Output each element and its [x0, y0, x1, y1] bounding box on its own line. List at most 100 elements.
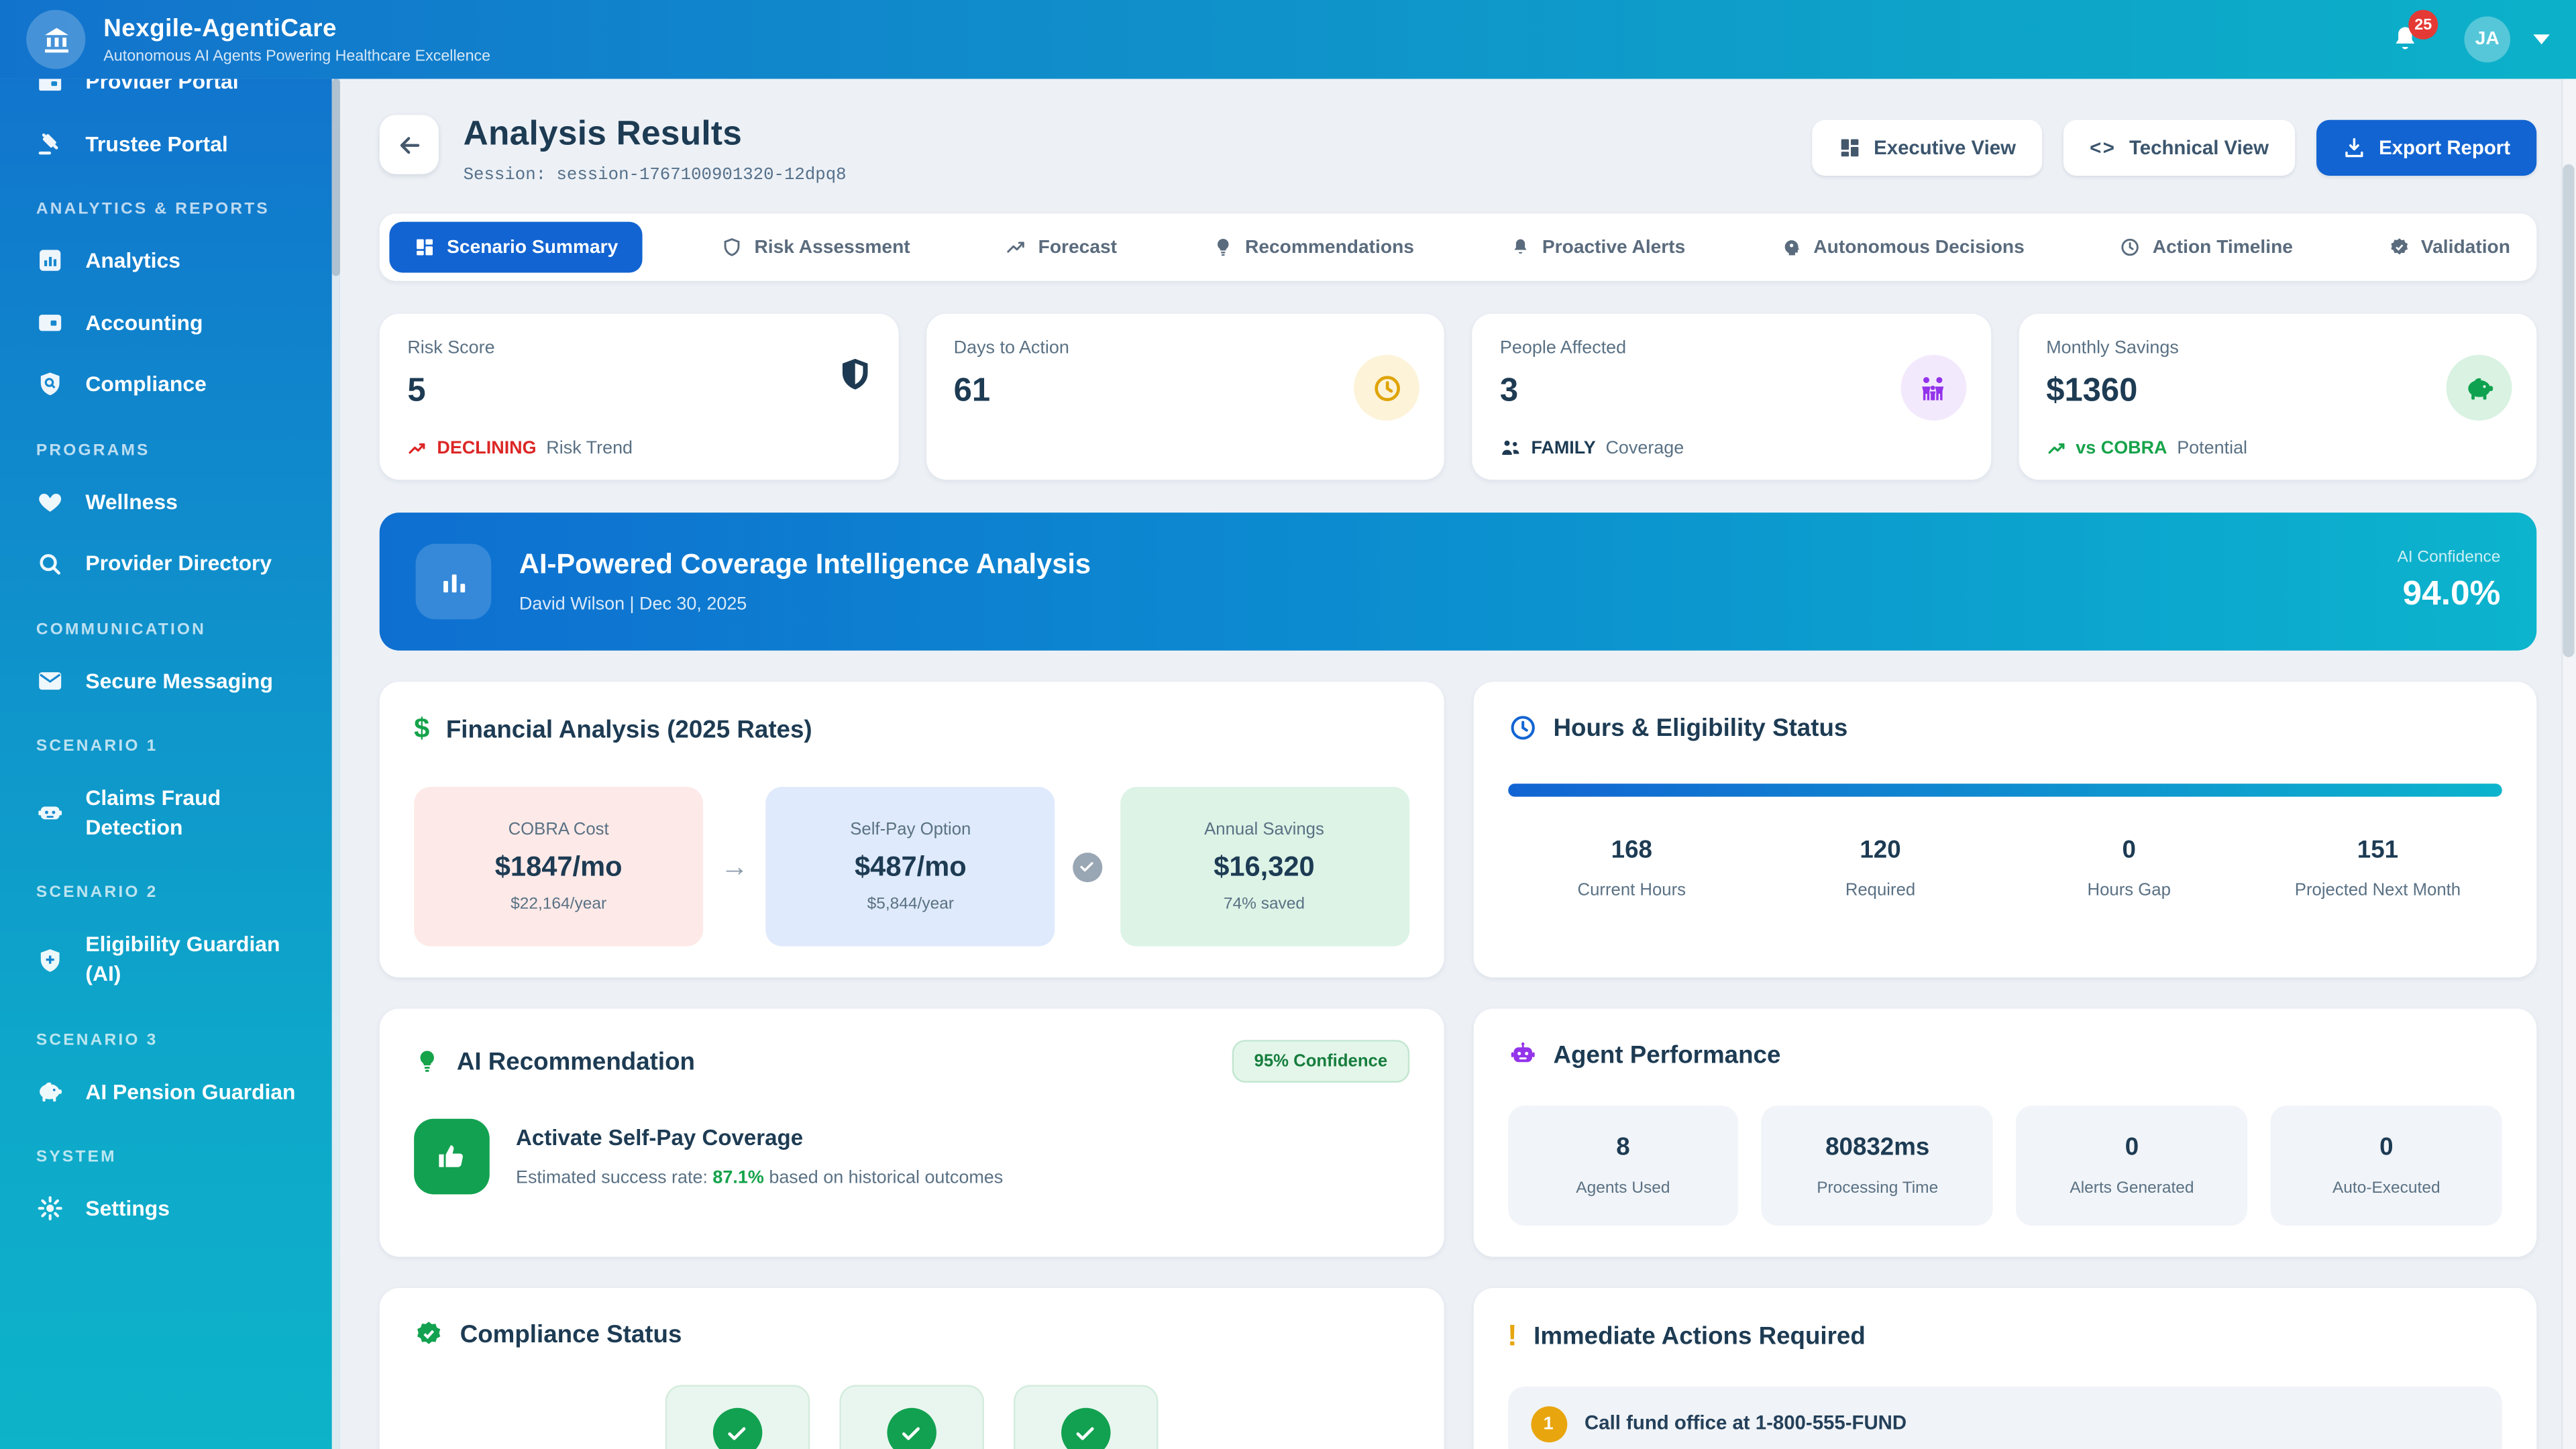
card-title: Financial Analysis (2025 Rates)	[446, 716, 812, 744]
stat-label: Risk Score	[407, 338, 869, 358]
download-icon	[2343, 136, 2365, 159]
tab-forecast[interactable]: Forecast	[989, 223, 1133, 271]
clock-icon	[2120, 237, 2141, 258]
trend-up-icon	[1006, 237, 1027, 258]
banner-subtitle: David Wilson | Dec 30, 2025	[519, 595, 1091, 614]
sidebar-item-label: Analytics	[85, 247, 180, 276]
badge-check-icon	[2388, 237, 2410, 258]
sidebar-item-label: Claims Fraud Detection	[85, 784, 304, 842]
search-icon	[36, 549, 64, 578]
bell-icon	[1509, 237, 1531, 258]
bank-icon	[40, 24, 72, 56]
tab-proactive-alerts[interactable]: Proactive Alerts	[1493, 223, 1701, 271]
profile-chevron-down-icon[interactable]	[2533, 34, 2549, 44]
page-scrollbar-thumb[interactable]	[2563, 164, 2574, 657]
stat-value: $1360	[2046, 373, 2508, 411]
dollar-icon: $	[414, 713, 429, 746]
hours-eligibility-card: Hours & Eligibility Status 168 Current H…	[1473, 682, 2537, 977]
code-icon: <>	[2090, 136, 2116, 159]
hours-progress-bar	[1507, 784, 2502, 797]
action-text: Call fund office at 1-800-555-FUND	[1585, 1411, 1907, 1434]
stat-label: Processing Time	[1772, 1179, 1984, 1197]
piggy-bank-icon	[36, 1077, 64, 1106]
sidebar-item-compliance[interactable]: Compliance	[23, 355, 317, 413]
grid-icon	[414, 237, 435, 258]
action-item: 1 Call fund office at 1-800-555-FUND	[1507, 1387, 2502, 1449]
user-avatar[interactable]: JA	[2464, 16, 2510, 62]
stat-card-days-to-action: Days to Action 61	[926, 314, 1444, 480]
compliance-item	[839, 1385, 984, 1449]
content-grid-row-2: AI Recommendation 95% Confidence Activat…	[380, 1009, 2537, 1257]
stat-cards-row: Risk Score 5 DECLINING Risk Trend Days t…	[380, 314, 2537, 480]
tab-action-timeline[interactable]: Action Timeline	[2103, 223, 2309, 271]
content-grid-row-3: Compliance Status	[380, 1288, 2537, 1449]
tab-scenario-summary[interactable]: Scenario Summary	[389, 222, 643, 273]
back-button[interactable]	[380, 115, 439, 174]
rate-suffix: based on historical outcomes	[764, 1168, 1003, 1187]
sidebar-item-settings[interactable]: Settings	[23, 1180, 317, 1238]
sidebar-item-provider-directory[interactable]: Provider Directory	[23, 535, 317, 593]
confidence-badge: 95% Confidence	[1233, 1040, 1409, 1083]
hours-stat-required: 120 Required	[1756, 837, 2005, 901]
sidebar-item-secure-messaging[interactable]: Secure Messaging	[23, 652, 317, 710]
hours-stat-gap: 0 Hours Gap	[2004, 837, 2253, 901]
stat-label: Current Hours	[1507, 881, 1756, 900]
tab-label: Autonomous Decisions	[1813, 237, 2025, 257]
family-icon	[1900, 355, 1966, 421]
technical-view-button[interactable]: <> Technical View	[2063, 120, 2295, 176]
rate-prefix: Estimated success rate:	[516, 1168, 712, 1187]
sidebar-item-eligibility-guardian[interactable]: Eligibility Guardian (AI)	[23, 916, 317, 1003]
stat-label: Hours Gap	[2004, 881, 2253, 900]
app-title: Nexgile-AgentiCare	[103, 14, 490, 42]
app-subtitle: Autonomous AI Agents Powering Healthcare…	[103, 47, 490, 65]
fin-sub: $22,164/year	[511, 896, 606, 914]
check-circle-icon	[887, 1408, 936, 1449]
trend-caption: Coverage	[1605, 438, 1684, 458]
stat-card-monthly-savings: Monthly Savings $1360 vs COBRA Potential	[2019, 314, 2537, 480]
sidebar-item-label: Settings	[85, 1195, 170, 1224]
fin-label: COBRA Cost	[508, 820, 609, 839]
stat-value: 0	[2004, 837, 2253, 865]
agent-stat-agents-used: 8 Agents Used	[1507, 1106, 1739, 1226]
app-root: Nexgile-AgentiCare Autonomous AI Agents …	[0, 0, 2576, 1449]
card-title: AI Recommendation	[457, 1047, 695, 1075]
arrow-right-icon: →	[720, 850, 749, 883]
sidebar-item-accounting[interactable]: Accounting	[23, 293, 317, 352]
stat-value: 8	[1517, 1134, 1729, 1162]
notifications-button[interactable]: 25	[2389, 23, 2422, 56]
executive-view-button[interactable]: Executive View	[1811, 120, 2042, 176]
sidebar-item-label: Secure Messaging	[85, 667, 273, 696]
sidebar: Provider Portal Trustee Portal ANALYTICS…	[0, 79, 340, 1449]
sidebar-item-analytics[interactable]: Analytics	[23, 232, 317, 290]
sidebar-scrollbar[interactable]	[332, 79, 340, 1449]
stat-trend: FAMILY Coverage	[1500, 437, 1684, 458]
sidebar-item-provider-portal[interactable]: Provider Portal	[23, 79, 317, 111]
hours-stat-current: 168 Current Hours	[1507, 837, 1756, 901]
tab-validation[interactable]: Validation	[2371, 223, 2526, 271]
sidebar-section-heading: ANALYTICS & REPORTS	[36, 201, 304, 219]
main-content: Analysis Results Session: session-176710…	[340, 79, 2576, 1449]
trend-up-icon	[2046, 439, 2065, 458]
sidebar-item-claims-fraud-detection[interactable]: Claims Fraud Detection	[23, 769, 317, 857]
stat-label: Projected Next Month	[2253, 881, 2502, 900]
stat-value: 0	[2026, 1134, 2238, 1162]
stat-trend: DECLINING Risk Trend	[407, 439, 633, 458]
shield-plus-icon	[36, 945, 64, 973]
sidebar-item-ai-pension-guardian[interactable]: AI Pension Guardian	[23, 1062, 317, 1120]
tab-label: Risk Assessment	[754, 237, 910, 257]
tab-risk-assessment[interactable]: Risk Assessment	[705, 223, 926, 271]
sidebar-item-wellness[interactable]: Wellness	[23, 473, 317, 531]
compliance-status-card: Compliance Status	[380, 1288, 1444, 1449]
export-report-button[interactable]: Export Report	[2316, 120, 2536, 176]
page-scrollbar[interactable]	[2561, 79, 2576, 1449]
stat-card-people-affected: People Affected 3 FAMILY Coverage	[1472, 314, 1990, 480]
fin-label: Self-Pay Option	[850, 820, 971, 839]
tab-recommendations[interactable]: Recommendations	[1196, 223, 1431, 271]
compliance-item	[1013, 1385, 1158, 1449]
tab-label: Proactive Alerts	[1542, 237, 1685, 257]
agent-stat-processing-time: 80832ms Processing Time	[1762, 1106, 1993, 1226]
thumbs-up-icon	[414, 1119, 490, 1195]
compliance-items-row	[414, 1385, 1409, 1449]
tab-autonomous-decisions[interactable]: Autonomous Decisions	[1764, 223, 2041, 271]
sidebar-item-trustee-portal[interactable]: Trustee Portal	[23, 114, 317, 172]
